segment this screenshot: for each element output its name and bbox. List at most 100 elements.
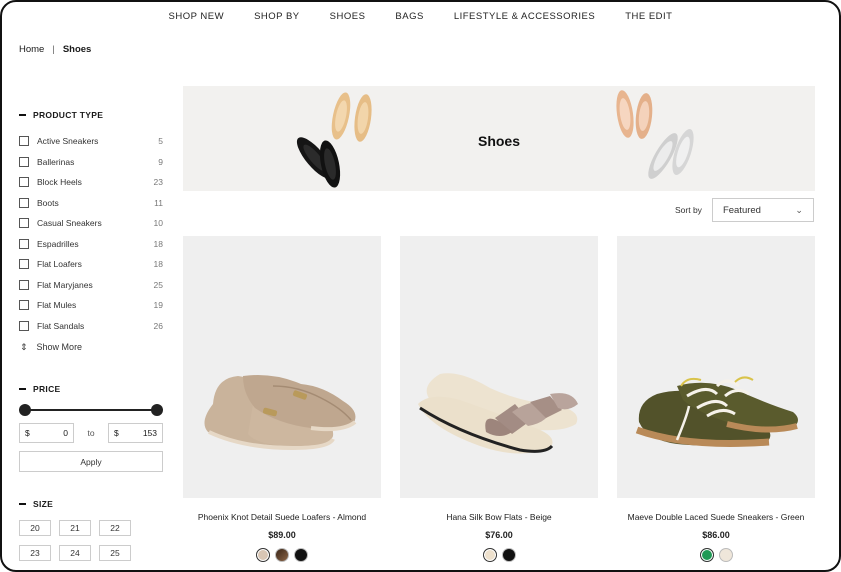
filter-option-count: 10 bbox=[153, 218, 163, 229]
filter-option-label: Casual Sneakers bbox=[37, 218, 102, 229]
price-inputs: $ 0 to $ 153 bbox=[19, 423, 163, 443]
filter-option[interactable]: Ballerinas 9 bbox=[19, 152, 163, 173]
size-option[interactable]: 25 bbox=[99, 545, 131, 561]
size-option[interactable]: 23 bbox=[19, 545, 51, 561]
sort-select[interactable]: Featured ⌄ bbox=[711, 198, 814, 222]
show-more-label: Show More bbox=[36, 342, 83, 352]
breadcrumb-home[interactable]: Home bbox=[19, 44, 44, 55]
filter-option-label: Espadrilles bbox=[37, 238, 79, 249]
size-header[interactable]: SIZE bbox=[19, 499, 163, 509]
nav-shop-by[interactable]: SHOP BY bbox=[254, 11, 300, 22]
filter-option-count: 23 bbox=[153, 177, 163, 188]
checkbox[interactable] bbox=[19, 320, 29, 331]
color-swatch[interactable] bbox=[482, 548, 497, 562]
filter-option[interactable]: Flat Maryjanes 25 bbox=[19, 275, 163, 296]
size-option[interactable]: 24 bbox=[59, 545, 91, 561]
checkbox[interactable] bbox=[19, 136, 29, 147]
filter-option-count: 18 bbox=[153, 238, 163, 249]
color-swatch[interactable] bbox=[294, 548, 308, 562]
show-more-button[interactable]: ⇕ Show More bbox=[19, 338, 163, 356]
product-name[interactable]: Phoenix Knot Detail Suede Loafers - Almo… bbox=[183, 512, 381, 522]
checkbox[interactable] bbox=[19, 238, 29, 249]
product-type-header[interactable]: PRODUCT TYPE bbox=[19, 110, 163, 120]
filter-option-count: 9 bbox=[158, 156, 163, 167]
filter-option[interactable]: Flat Mules 19 bbox=[19, 295, 163, 316]
nav-shoes[interactable]: SHOES bbox=[330, 11, 366, 22]
size-title: SIZE bbox=[33, 499, 54, 509]
filter-option-count: 5 bbox=[158, 136, 163, 147]
color-swatch[interactable] bbox=[501, 548, 516, 562]
color-swatch[interactable] bbox=[275, 548, 289, 562]
filter-option-label: Flat Sandals bbox=[37, 320, 85, 331]
checkbox[interactable] bbox=[19, 218, 29, 229]
size-option[interactable]: 20 bbox=[19, 520, 51, 536]
checkbox[interactable] bbox=[19, 259, 29, 270]
filter-option[interactable]: Flat Sandals 26 bbox=[19, 316, 163, 337]
price-min-value: 0 bbox=[63, 428, 68, 438]
product-price: $89.00 bbox=[268, 530, 296, 540]
currency-symbol: $ bbox=[25, 428, 30, 438]
product-image[interactable] bbox=[400, 236, 598, 498]
price-range-slider[interactable] bbox=[19, 403, 163, 417]
breadcrumb-separator: | bbox=[52, 44, 55, 55]
filter-option-count: 19 bbox=[153, 300, 163, 311]
price-to-label: to bbox=[87, 428, 95, 438]
color-swatches bbox=[183, 548, 381, 562]
color-swatch[interactable] bbox=[718, 548, 733, 562]
checkbox[interactable] bbox=[19, 300, 29, 311]
size-option[interactable]: 21 bbox=[59, 520, 91, 536]
price-min-input[interactable]: $ 0 bbox=[19, 423, 74, 443]
checkbox[interactable] bbox=[19, 197, 29, 208]
checkbox[interactable] bbox=[19, 279, 29, 290]
filter-option[interactable]: Casual Sneakers 10 bbox=[19, 213, 163, 234]
loafer-image bbox=[204, 375, 357, 451]
collapse-icon bbox=[19, 388, 26, 390]
collapse-icon bbox=[19, 114, 26, 116]
slider-track bbox=[25, 409, 157, 411]
filter-option[interactable]: Flat Loafers 18 bbox=[19, 254, 163, 275]
filter-option-label: Boots bbox=[37, 197, 59, 208]
filter-option-count: 25 bbox=[153, 279, 163, 290]
filter-option-count: 11 bbox=[154, 197, 163, 208]
checkbox[interactable] bbox=[19, 156, 29, 167]
breadcrumb: Home | Shoes bbox=[19, 44, 91, 55]
filter-option[interactable]: Espadrilles 18 bbox=[19, 234, 163, 255]
price-max-input[interactable]: $ 153 bbox=[108, 423, 163, 443]
slider-min-handle[interactable] bbox=[19, 404, 31, 416]
checkbox[interactable] bbox=[19, 177, 29, 188]
product-price: $76.00 bbox=[485, 530, 513, 540]
product-price: $86.00 bbox=[702, 530, 730, 540]
price-header[interactable]: PRICE bbox=[19, 384, 163, 394]
nav-the-edit[interactable]: THE EDIT bbox=[625, 11, 672, 22]
breadcrumb-current: Shoes bbox=[62, 44, 92, 55]
category-banner: Shoes bbox=[183, 86, 815, 191]
collapse-icon bbox=[19, 503, 26, 505]
sort-value: Featured bbox=[722, 204, 761, 216]
size-option[interactable]: 22 bbox=[99, 520, 131, 536]
nav-shop-new[interactable]: SHOP NEW bbox=[169, 11, 225, 22]
filter-option-count: 18 bbox=[153, 259, 163, 270]
nav-lifestyle-accessories[interactable]: LIFESTYLE & ACCESSORIES bbox=[454, 11, 595, 22]
filter-option[interactable]: Block Heels 23 bbox=[19, 172, 163, 193]
color-swatch[interactable] bbox=[256, 548, 270, 562]
product-name[interactable]: Hana Silk Bow Flats - Beige bbox=[400, 512, 598, 522]
chevron-down-icon: ⌄ bbox=[795, 204, 803, 215]
top-navigation: SHOP NEW SHOP BY SHOES BAGS LIFESTYLE & … bbox=[2, 2, 839, 30]
color-swatches bbox=[400, 548, 598, 562]
apply-button[interactable]: Apply bbox=[19, 451, 163, 472]
product-image[interactable] bbox=[183, 236, 381, 498]
product-card[interactable]: Phoenix Knot Detail Suede Loafers - Almo… bbox=[183, 236, 381, 562]
size-options: 20 21 22 23 24 25 bbox=[19, 520, 163, 561]
expand-icon: ⇕ bbox=[20, 341, 28, 352]
page-frame: SHOP NEW SHOP BY SHOES BAGS LIFESTYLE & … bbox=[0, 0, 841, 572]
slider-max-handle[interactable] bbox=[151, 404, 163, 416]
product-image[interactable] bbox=[617, 236, 815, 498]
filter-option[interactable]: Active Sneakers 5 bbox=[19, 131, 163, 152]
color-swatch[interactable] bbox=[699, 548, 714, 562]
product-card[interactable]: Maeve Double Laced Suede Sneakers - Gree… bbox=[617, 236, 815, 562]
nav-bags[interactable]: BAGS bbox=[395, 11, 423, 22]
product-card[interactable]: Hana Silk Bow Flats - Beige $76.00 bbox=[400, 236, 598, 562]
product-name[interactable]: Maeve Double Laced Suede Sneakers - Gree… bbox=[617, 512, 815, 522]
filter-option[interactable]: Boots 11 bbox=[19, 193, 163, 214]
price-max-value: 153 bbox=[142, 428, 157, 438]
